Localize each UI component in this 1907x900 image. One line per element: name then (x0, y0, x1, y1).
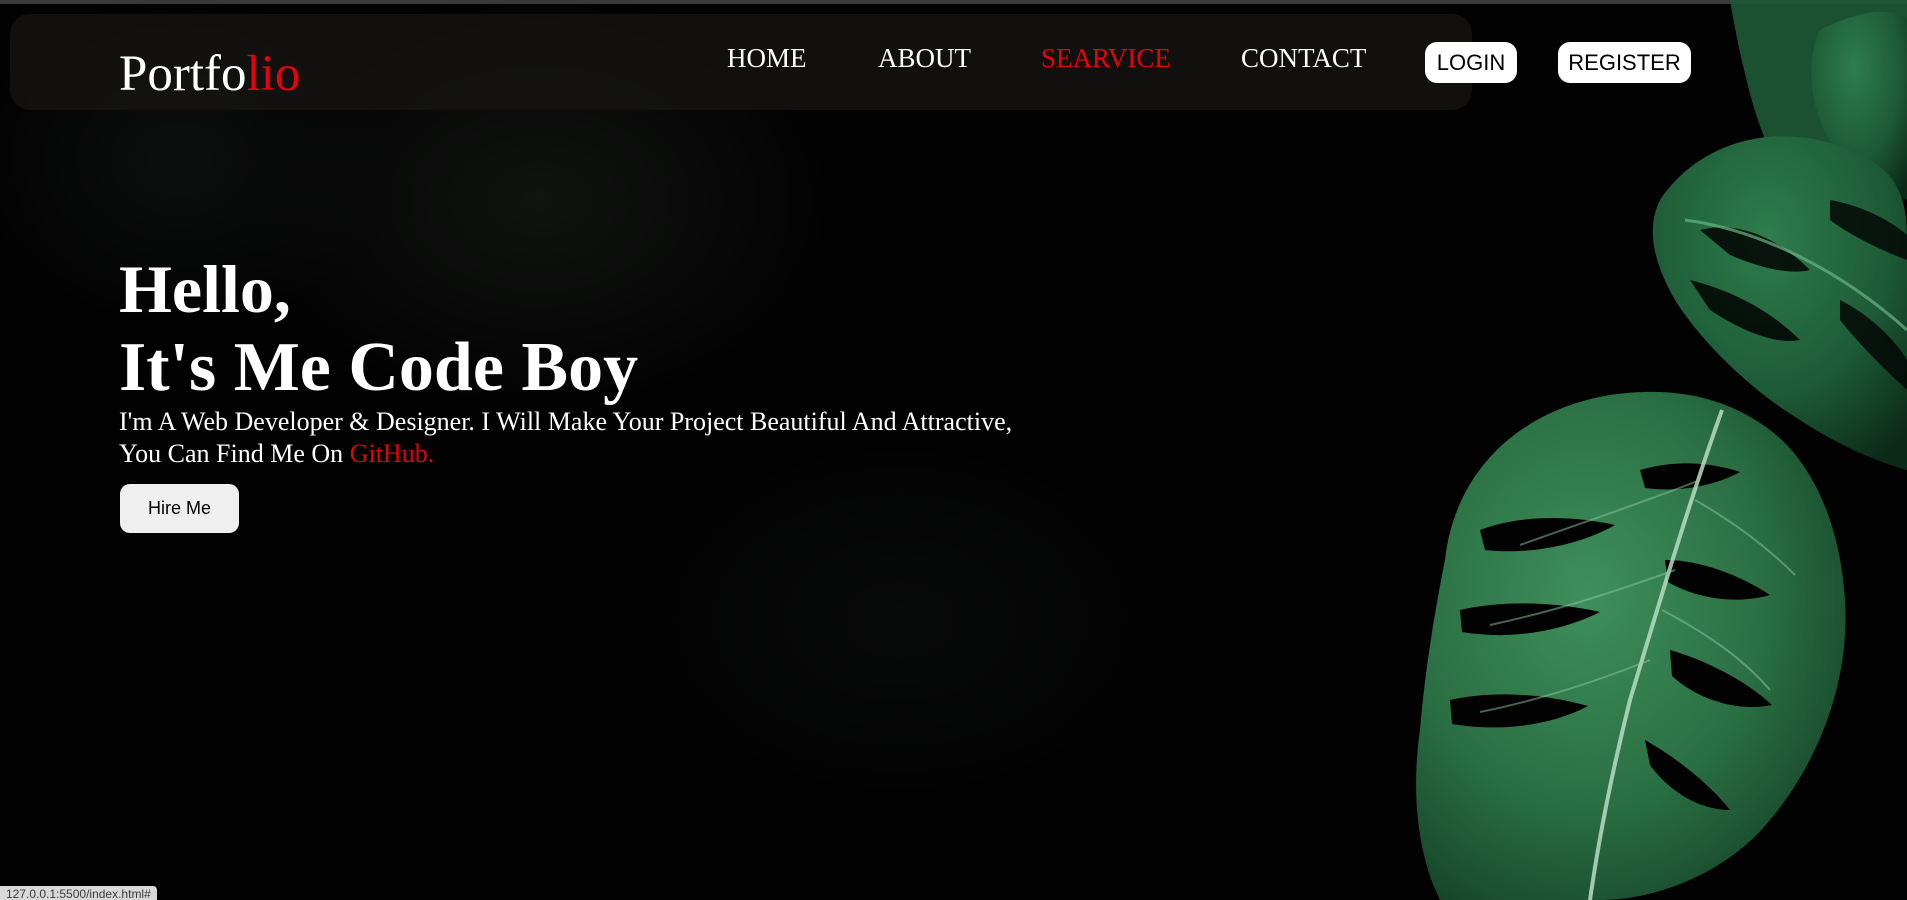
github-link[interactable]: GitHub. (350, 439, 435, 468)
logo-text-main: Portfo (119, 46, 247, 102)
hero-greeting: Hello, (119, 251, 291, 327)
hero-description-line1: I'm A Web Developer & Designer. I Will M… (119, 407, 1013, 436)
hero-description-line2: You Can Find Me On (119, 439, 350, 468)
hire-me-button[interactable]: Hire Me (120, 484, 239, 533)
nav-link-contact[interactable]: CONTACT (1241, 41, 1366, 75)
nav-link-service[interactable]: SEARVICE (1041, 41, 1171, 75)
hero-headline: It's Me Code Boy (119, 329, 639, 406)
monstera-leaf-image (1416, 0, 1907, 900)
logo[interactable]: Portfolio (119, 44, 300, 104)
login-button[interactable]: LOGIN (1425, 42, 1517, 83)
nav-link-about[interactable]: ABOUT (878, 41, 971, 75)
register-button[interactable]: REGISTER (1558, 42, 1691, 83)
status-bar-url: 127.0.0.1:5500/index.html# (0, 886, 157, 900)
logo-text-accent: lio (246, 46, 301, 102)
hero-description: I'm A Web Developer & Designer. I Will M… (119, 406, 1099, 470)
nav-link-home[interactable]: HOME (727, 41, 807, 75)
